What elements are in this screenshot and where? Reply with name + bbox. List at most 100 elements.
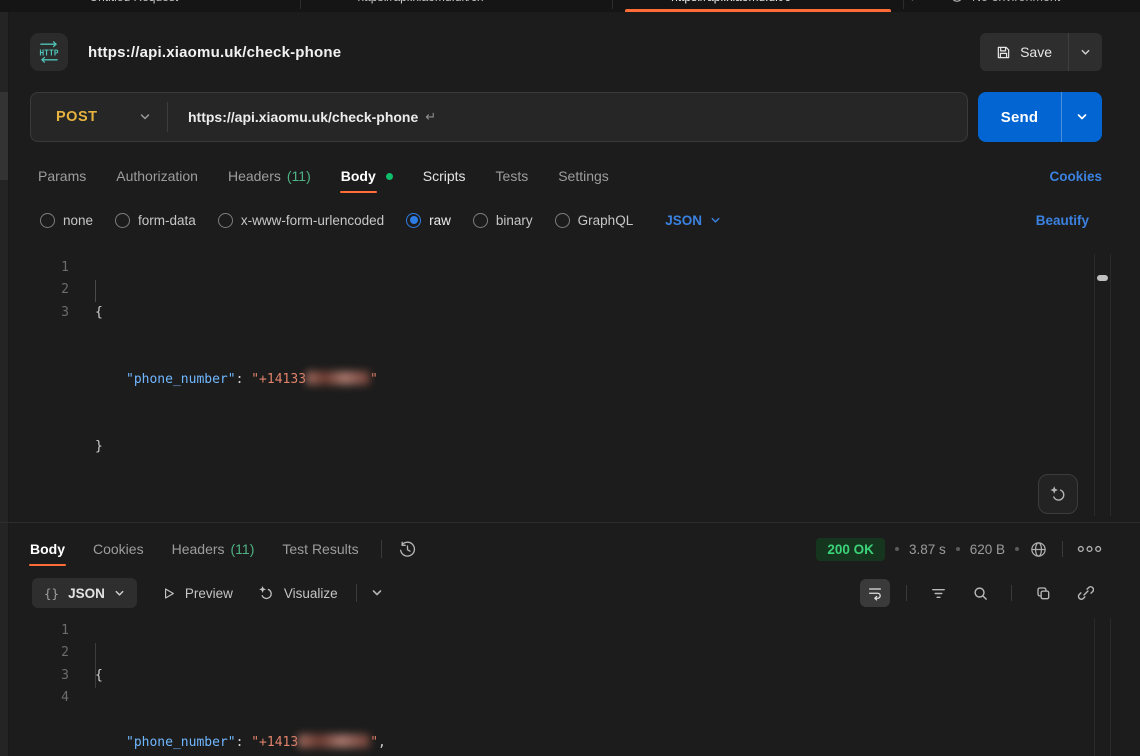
visualize-button[interactable]: Visualize [257,584,338,602]
play-outline-icon [161,586,176,601]
preview-button[interactable]: Preview [161,586,233,601]
pane-divider[interactable] [0,522,1140,523]
request-header: HTTP https://api.xiaomu.uk/check-phone S… [30,28,1102,76]
sparkle-circle-icon [1048,484,1068,504]
wrap-text-button[interactable] [860,579,890,607]
code-line: } [95,436,1075,458]
cookies-link[interactable]: Cookies [1049,169,1102,184]
response-format-selector[interactable]: {} JSON [32,578,137,608]
ellipsis-icon [1077,544,1102,554]
body-type-form-data[interactable]: form-data [115,213,196,228]
save-options-button[interactable] [1069,33,1102,71]
request-tabs: Params Authorization Headers (11) Body S… [38,158,1102,194]
tab-tests[interactable]: Tests [496,168,529,184]
response-tab-cookies[interactable]: Cookies [93,541,144,557]
response-tab-body[interactable]: Body [30,541,65,557]
eye-icon [950,0,964,4]
response-header: Body Cookies Headers (11) Test Results 2… [30,530,1102,568]
body-type-none[interactable]: none [40,213,93,228]
copy-button[interactable] [1028,579,1058,607]
globe-icon [1029,540,1048,559]
filter-button[interactable] [923,579,953,607]
code-line: "phone_number": "+14133" [95,369,1075,391]
view-options-button[interactable] [371,587,383,599]
body-type-binary[interactable]: binary [473,213,533,228]
method-badge: GET [330,0,350,3]
postbot-button[interactable] [1038,474,1078,514]
environment-selector[interactable]: No environment [950,0,1060,11]
response-history-button[interactable] [398,540,417,559]
chevron-down-icon [1076,111,1088,123]
headers-count-badge: (11) [287,168,311,184]
raw-language-selector[interactable]: JSON [665,213,721,228]
headers-count-badge: (11) [231,541,255,557]
body-type-urlencoded[interactable]: x-www-form-urlencoded [218,213,384,228]
response-body-viewer[interactable]: 1 2 3 4 { "phone_number": "+1413", "stat… [25,616,1115,756]
code-line: { [95,302,1075,324]
dot-separator [895,547,899,551]
tab-label: https://api.xiaomu.uk/ch [357,0,483,4]
beautify-link[interactable]: Beautify [1036,213,1089,228]
request-tab-1[interactable]: GET Untitled Request [62,0,178,11]
sidebar-edge-highlight [0,92,8,180]
divider [1062,541,1063,557]
tab-authorization[interactable]: Authorization [116,168,198,184]
floppy-icon [996,45,1011,60]
save-label: Save [1020,44,1052,60]
network-info-button[interactable] [1029,540,1048,559]
indent-guide [95,643,96,688]
radio-icon [115,213,130,228]
response-time[interactable]: 3.87 s [909,542,946,557]
body-type-graphql[interactable]: GraphQL [555,213,634,228]
tab-params[interactable]: Params [38,168,86,184]
scrollbar-track[interactable] [1094,618,1111,756]
body-type-row: none form-data x-www-form-urlencoded raw… [40,203,1089,237]
tab-scripts[interactable]: Scripts [423,168,466,184]
tab-body[interactable]: Body [341,168,393,184]
scrollbar-thumb[interactable] [1097,275,1108,281]
search-icon [972,585,989,602]
radio-icon [555,213,570,228]
chevron-down-icon [371,587,383,599]
tab-headers[interactable]: Headers (11) [228,168,311,184]
tab-divider [612,0,613,9]
method-selector[interactable]: POST [31,109,167,125]
search-button[interactable] [965,579,995,607]
new-tab-button[interactable]: + [908,0,917,11]
chevron-down-icon [710,215,721,226]
braces-icon: {} [44,586,59,601]
tab-divider [903,0,904,9]
save-button[interactable]: Save [980,33,1102,71]
method-badge: GET [62,0,82,3]
link-button[interactable] [1070,579,1100,607]
divider [381,540,382,558]
method-badge: POST [637,0,664,3]
copy-icon [1035,585,1052,602]
request-tab-2[interactable]: GET https://api.xiaomu.uk/ch [330,0,484,11]
more-actions-button[interactable] [1077,544,1102,554]
http-request-icon: HTTP [30,33,68,71]
status-badge[interactable]: 200 OK [816,538,885,561]
url-text: https://api.xiaomu.uk/check-phone [188,109,418,125]
send-options-button[interactable] [1062,111,1102,123]
divider [356,584,357,602]
sidebar-edge [0,12,9,756]
link-icon [1077,585,1094,602]
sparkle-circle-icon [257,584,275,602]
scrollbar-track[interactable] [1094,254,1111,516]
response-tab-test-results[interactable]: Test Results [282,541,358,557]
body-type-raw[interactable]: raw [406,213,451,228]
method-label: POST [56,109,97,125]
active-tab-indicator [625,9,891,12]
code-area[interactable]: { "phone_number": "+14133" } [95,257,1075,503]
response-size[interactable]: 620 B [970,542,1005,557]
response-tab-headers[interactable]: Headers (11) [172,541,255,557]
response-view-icons [860,579,1100,607]
code-area[interactable]: { "phone_number": "+1413", "status": "可用… [95,620,1075,756]
request-body-editor[interactable]: 1 2 3 { "phone_number": "+14133" } [25,248,1115,522]
send-button[interactable]: Send [978,92,1102,142]
environment-label: No environment [972,0,1060,4]
tab-settings[interactable]: Settings [558,168,609,184]
url-input[interactable]: https://api.xiaomu.uk/check-phone ↵ [168,109,436,125]
redacted-phone-number [306,371,370,385]
